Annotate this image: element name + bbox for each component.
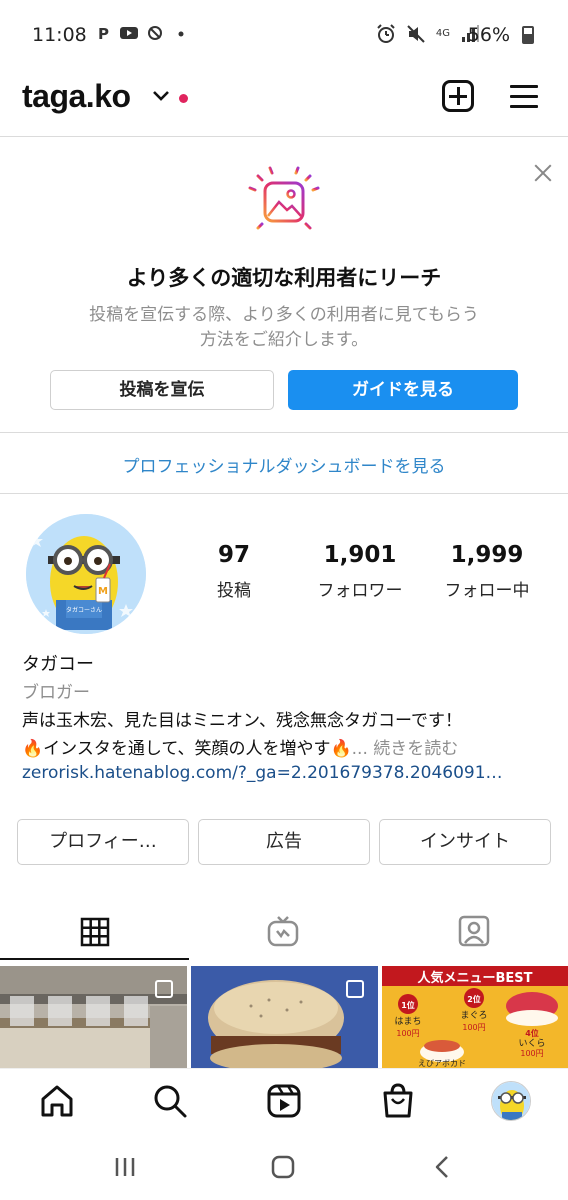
stat-following[interactable]: 1,999 フォロー中 (430, 542, 544, 601)
youtube-icon (120, 27, 138, 39)
promote-post-button[interactable]: 投稿を宣伝 (50, 370, 274, 410)
more-dot-icon (178, 31, 184, 37)
carousel-icon (346, 980, 364, 998)
nav-home[interactable] (37, 1081, 77, 1121)
professional-dashboard-link[interactable]: プロフェッショナルダッシュボードを見る (0, 452, 568, 477)
stat-posts[interactable]: 97 投稿 (204, 542, 264, 601)
chevron-down-icon[interactable] (152, 90, 170, 102)
ads-button[interactable]: 広告 (198, 819, 370, 865)
nav-profile[interactable] (491, 1081, 531, 1121)
profile-header: taga.ko (0, 70, 568, 134)
menu-header-text: 人気メニューBEST (417, 970, 532, 986)
mute-icon (407, 25, 425, 43)
tab-tagged[interactable] (379, 905, 568, 961)
notification-dot (179, 94, 188, 103)
menu-name-5: えびアボカド (418, 1059, 466, 1068)
recent-apps-icon (115, 1158, 135, 1176)
network-type: 4G (435, 28, 450, 39)
tagged-icon (458, 915, 490, 947)
promo-description-line1: 投稿を宣伝する際、より多くの利用者に見てもらう (89, 305, 479, 325)
grid-icon (80, 917, 110, 947)
stat-posts-count: 97 (217, 542, 250, 568)
recent-apps-button[interactable] (110, 1152, 140, 1182)
menu-price-2: 100円 (462, 1023, 485, 1032)
carousel-icon (155, 980, 173, 998)
stat-following-label: フォロー中 (444, 581, 530, 601)
profile-category: ブロガー (22, 683, 90, 703)
nav-search[interactable] (150, 1081, 190, 1121)
stat-following-count: 1,999 (450, 542, 524, 568)
alarm-icon (377, 24, 395, 43)
promo-title: より多くの適切な利用者にリーチ (126, 266, 442, 290)
avatar-text: タガコーさん (66, 606, 102, 614)
hamburger-menu-icon[interactable] (510, 85, 538, 109)
home-icon (41, 1085, 73, 1117)
tab-grid[interactable] (0, 905, 189, 961)
bio-line-2: 🔥インスタを通して、笑顔の人を増やす🔥 (22, 739, 352, 759)
read-more-link[interactable]: ... 続きを読む (352, 739, 459, 759)
search-icon (154, 1085, 187, 1118)
profile-avatar-icon (492, 1082, 530, 1120)
insights-button[interactable]: インサイト (379, 819, 551, 865)
nav-shop[interactable] (378, 1081, 418, 1121)
battery-icon (522, 26, 534, 44)
menu-price-1: 100円 (396, 1029, 419, 1038)
profile-website-link[interactable]: zerorisk.hatenablog.com/?_ga=2.201679378… (22, 763, 546, 783)
system-navigation-bar (0, 1134, 568, 1200)
profile-display-name: タガコー (22, 654, 94, 675)
minion-avatar-image: タガコーさん M (26, 514, 146, 634)
grid-post-1[interactable] (0, 966, 187, 1068)
back-chevron-icon (435, 1156, 448, 1178)
battery-percent: 56% (467, 24, 510, 46)
edit-profile-button[interactable]: プロフィー… (17, 819, 189, 865)
stat-followers-label: フォロワー (317, 581, 403, 601)
dashboard-divider (0, 493, 568, 494)
new-post-icon[interactable] (442, 80, 474, 112)
home-square-icon (271, 1155, 295, 1179)
menu-name-2: まぐろ (460, 1010, 487, 1021)
shopping-bag-icon (383, 1083, 413, 1118)
promo-divider (0, 432, 568, 433)
close-icon[interactable] (532, 162, 554, 184)
back-button[interactable] (428, 1152, 458, 1182)
status-left-icons: P (94, 25, 190, 41)
bottom-navigation (0, 1068, 568, 1134)
status-bar: 11:08 P 4G 56% (0, 0, 568, 70)
stat-posts-label: 投稿 (217, 581, 251, 601)
bio-line-1: 声は玉木宏、見た目はミニオン、残念無念タガコーです！ (22, 711, 462, 731)
reels-icon (267, 1084, 301, 1118)
sushi-menu-photo: 人気メニューBEST 1位 はまち 100円 2位 まぐろ 100円 4位 いく… (382, 966, 568, 1068)
status-right-icons: 4G (376, 24, 480, 44)
grid-post-2[interactable] (191, 966, 378, 1068)
stat-followers[interactable]: 1,901 フォロワー (304, 542, 416, 601)
pay-icon: P (98, 25, 109, 41)
do-not-disturb-icon (148, 26, 162, 40)
igtv-icon (267, 916, 299, 947)
menu-price-4: 100円 (520, 1049, 543, 1058)
see-guide-button[interactable]: ガイドを見る (288, 370, 518, 410)
menu-name-4: いくら (518, 1038, 545, 1049)
menu-rank-2: 2位 (467, 994, 481, 1004)
promo-description-line2: 方法をご紹介します。 (199, 330, 369, 350)
menu-rank-1: 1位 (401, 1000, 415, 1010)
menu-rank-4: 4位 (525, 1028, 539, 1038)
bio-line-2-container: 🔥インスタを通して、笑顔の人を増やす🔥... 続きを読む (22, 734, 458, 759)
svg-text:P: P (98, 25, 109, 41)
tab-igtv[interactable] (189, 905, 378, 961)
header-divider (0, 136, 568, 137)
photo-megaphone-icon (246, 164, 322, 240)
nav-reels[interactable] (264, 1081, 304, 1121)
home-button[interactable] (268, 1152, 298, 1182)
avatar[interactable]: タガコーさん M (26, 514, 146, 634)
username-title[interactable]: taga.ko (22, 78, 131, 115)
menu-name-1: はまち (394, 1016, 421, 1027)
stat-followers-count: 1,901 (323, 542, 397, 568)
active-tab-indicator (0, 958, 189, 960)
grid-post-3[interactable]: 人気メニューBEST 1位 はまち 100円 2位 まぐろ 100円 4位 いく… (382, 966, 568, 1068)
promo-description: 投稿を宣伝する際、より多くの利用者に見てもらう 方法をご紹介します。 (50, 303, 518, 353)
status-time: 11:08 (32, 24, 87, 46)
svg-text:M: M (98, 586, 108, 597)
